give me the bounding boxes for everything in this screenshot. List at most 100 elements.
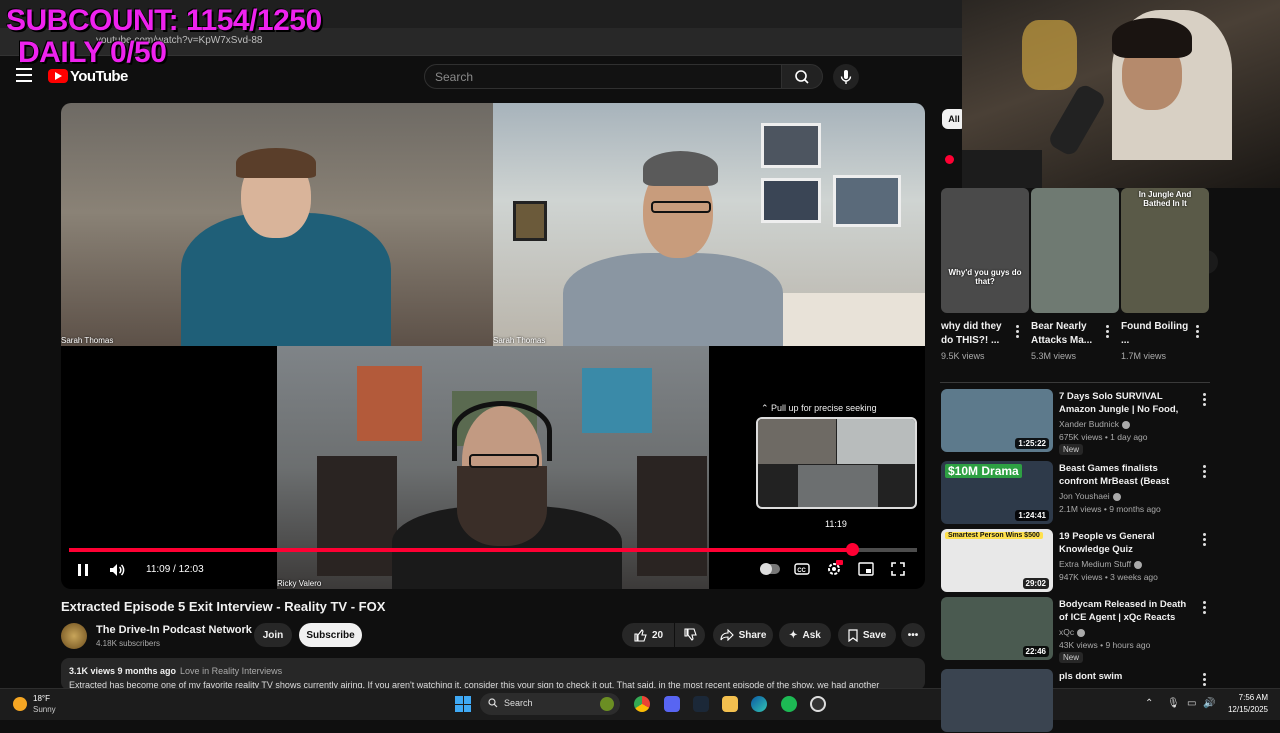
thumbs-down-icon	[684, 628, 697, 641]
recommendation-title[interactable]: 19 People vs General Knowledge Quiz	[1059, 530, 1197, 556]
recommendation-thumbnail[interactable]	[941, 669, 1053, 732]
share-button[interactable]: Share	[713, 623, 773, 647]
short-title[interactable]: Found Boiling ...	[1121, 320, 1193, 348]
verified-icon	[1122, 420, 1131, 429]
voice-search-button[interactable]	[833, 64, 859, 90]
like-button[interactable]: 20	[622, 623, 674, 647]
sun-icon[interactable]	[13, 697, 27, 711]
recommendation-item[interactable]: 22:46 Bodycam Released in Death of ICE Ag…	[941, 597, 1211, 663]
microphone-icon	[840, 70, 852, 84]
recommendation-item[interactable]: 1:25:22 7 Days Solo SURVIVAL Amazon Jungl…	[941, 389, 1211, 455]
sidebar-divider	[940, 382, 1210, 383]
daily-overlay: DAILY 0/50	[18, 36, 167, 69]
dislike-button[interactable]	[675, 623, 705, 647]
weather-description[interactable]: Sunny	[33, 705, 56, 714]
weather-temperature[interactable]: 18°F	[33, 694, 50, 703]
clock-date[interactable]: 12/15/2025	[1222, 705, 1268, 714]
hamburger-menu-icon[interactable]	[16, 68, 32, 82]
recommendation-more-icon[interactable]	[1203, 393, 1206, 408]
windows-start-icon[interactable]	[455, 696, 471, 712]
duration-badge: 29:02	[1022, 578, 1049, 589]
description-tag[interactable]: Love in Reality Interviews	[180, 666, 282, 676]
recommendation-thumbnail[interactable]: 22:46	[941, 597, 1053, 660]
youtube-logo-text[interactable]: YouTube	[70, 68, 128, 85]
fullscreen-icon	[891, 562, 905, 576]
recommendation-more-icon[interactable]	[1203, 673, 1206, 688]
short-caption: Why'd you guys do that?	[948, 268, 1022, 286]
recommendation-more-icon[interactable]	[1203, 465, 1206, 480]
short-thumbnail[interactable]: In Jungle And Bathed In It	[1121, 188, 1209, 313]
save-button[interactable]: Save	[838, 623, 896, 647]
short-more-icon[interactable]	[1016, 325, 1019, 340]
clock-time[interactable]: 7:56 AM	[1236, 693, 1268, 702]
figure-shelf	[637, 456, 707, 576]
recommendation-thumbnail[interactable]: 1:25:22	[941, 389, 1053, 452]
steam-icon[interactable]	[693, 696, 709, 712]
recommendation-title[interactable]: pls dont swim	[1059, 670, 1197, 683]
recommendation-title[interactable]: Beast Games finalists confront MrBeast (…	[1059, 462, 1197, 488]
subscribe-button[interactable]: Subscribe	[299, 623, 362, 647]
recommendation-title[interactable]: 7 Days Solo SURVIVAL Amazon Jungle | No …	[1059, 390, 1197, 416]
miniplayer-button[interactable]	[858, 562, 874, 579]
join-button[interactable]: Join	[254, 623, 292, 647]
seek-preview-thumbnail	[756, 417, 917, 509]
short-more-icon[interactable]	[1106, 325, 1109, 340]
new-badge: New	[1059, 444, 1084, 455]
short-thumbnail[interactable]: Why'd you guys do that?	[941, 188, 1029, 313]
ask-button[interactable]: ✦ Ask	[779, 623, 831, 647]
short-title[interactable]: Bear Nearly Attacks Ma...	[1031, 320, 1103, 348]
search-button[interactable]	[781, 64, 823, 89]
search-input[interactable]: Search	[424, 64, 782, 89]
progress-bar-played	[69, 548, 852, 552]
wall-picture	[833, 175, 901, 227]
more-icon: •••	[907, 629, 919, 641]
recommendation-thumbnail[interactable]: $10M Drama 1:24:41	[941, 461, 1053, 524]
search-icon	[795, 70, 809, 84]
captions-button[interactable]: CC	[794, 562, 810, 579]
recommendation-channel[interactable]: Extra Medium Stuff	[1059, 559, 1143, 569]
fullscreen-button[interactable]	[891, 562, 905, 579]
recommendation-item[interactable]: pls dont swim	[941, 669, 1211, 733]
recommendation-more-icon[interactable]	[1203, 533, 1206, 548]
chrome-icon[interactable]	[634, 696, 650, 712]
pause-button[interactable]	[76, 562, 90, 581]
more-actions-button[interactable]: •••	[901, 623, 925, 647]
participant-figure	[563, 253, 783, 346]
settings-button[interactable]	[826, 560, 843, 580]
youtube-logo-icon[interactable]	[48, 69, 68, 83]
wall-picture	[761, 178, 821, 223]
short-more-icon[interactable]	[1196, 325, 1199, 340]
recommendation-channel-name[interactable]: Extra Medium Stuff	[1059, 559, 1131, 569]
recommendation-channel-name[interactable]: xQc	[1059, 627, 1074, 637]
short-title[interactable]: why did they do THIS?! ...	[941, 320, 1013, 348]
recommendation-channel[interactable]: Xander Budnick	[1059, 419, 1131, 429]
video-player[interactable]: Sarah Thomas Sarah Thomas Ricky Valero ⌃…	[61, 103, 925, 589]
spotify-icon[interactable]	[781, 696, 797, 712]
recommendation-item[interactable]: $10M Drama 1:24:41 Beast Games finalists c…	[941, 461, 1211, 525]
file-explorer-icon[interactable]	[722, 696, 738, 712]
volume-button[interactable]	[108, 562, 126, 581]
recommendation-more-icon[interactable]	[1203, 601, 1206, 616]
verified-icon	[1134, 560, 1143, 569]
autoplay-toggle[interactable]	[760, 563, 780, 575]
channel-avatar[interactable]	[61, 623, 87, 649]
recommendation-thumbnail[interactable]: Smartest Person Wins $500 29:02	[941, 529, 1053, 592]
app-icon[interactable]	[810, 696, 826, 712]
hd-badge-icon	[836, 560, 843, 565]
short-thumbnail[interactable]	[1031, 188, 1119, 313]
taskbar-search-icon	[488, 698, 498, 708]
participant-tile: Sarah Thomas	[493, 103, 925, 346]
progress-scrubber-handle[interactable]	[845, 543, 859, 556]
recommendation-item[interactable]: Smartest Person Wins $500 29:02 19 People …	[941, 529, 1211, 593]
like-count: 20	[651, 629, 664, 641]
recommendation-channel[interactable]: xQc	[1059, 627, 1086, 637]
recommendation-channel-name[interactable]: Xander Budnick	[1059, 419, 1119, 429]
recommendation-channel[interactable]: Jon Youshaei	[1059, 491, 1121, 501]
recommendation-channel-name[interactable]: Jon Youshaei	[1059, 491, 1110, 501]
channel-name[interactable]: The Drive-In Podcast Network	[96, 624, 252, 636]
taskbar-search[interactable]: Search	[480, 693, 620, 715]
recommendation-title[interactable]: Bodycam Released in Death of ICE Agent |…	[1059, 598, 1197, 624]
discord-icon[interactable]	[664, 696, 680, 712]
edge-icon[interactable]	[751, 696, 767, 712]
progress-bar[interactable]	[69, 543, 917, 556]
